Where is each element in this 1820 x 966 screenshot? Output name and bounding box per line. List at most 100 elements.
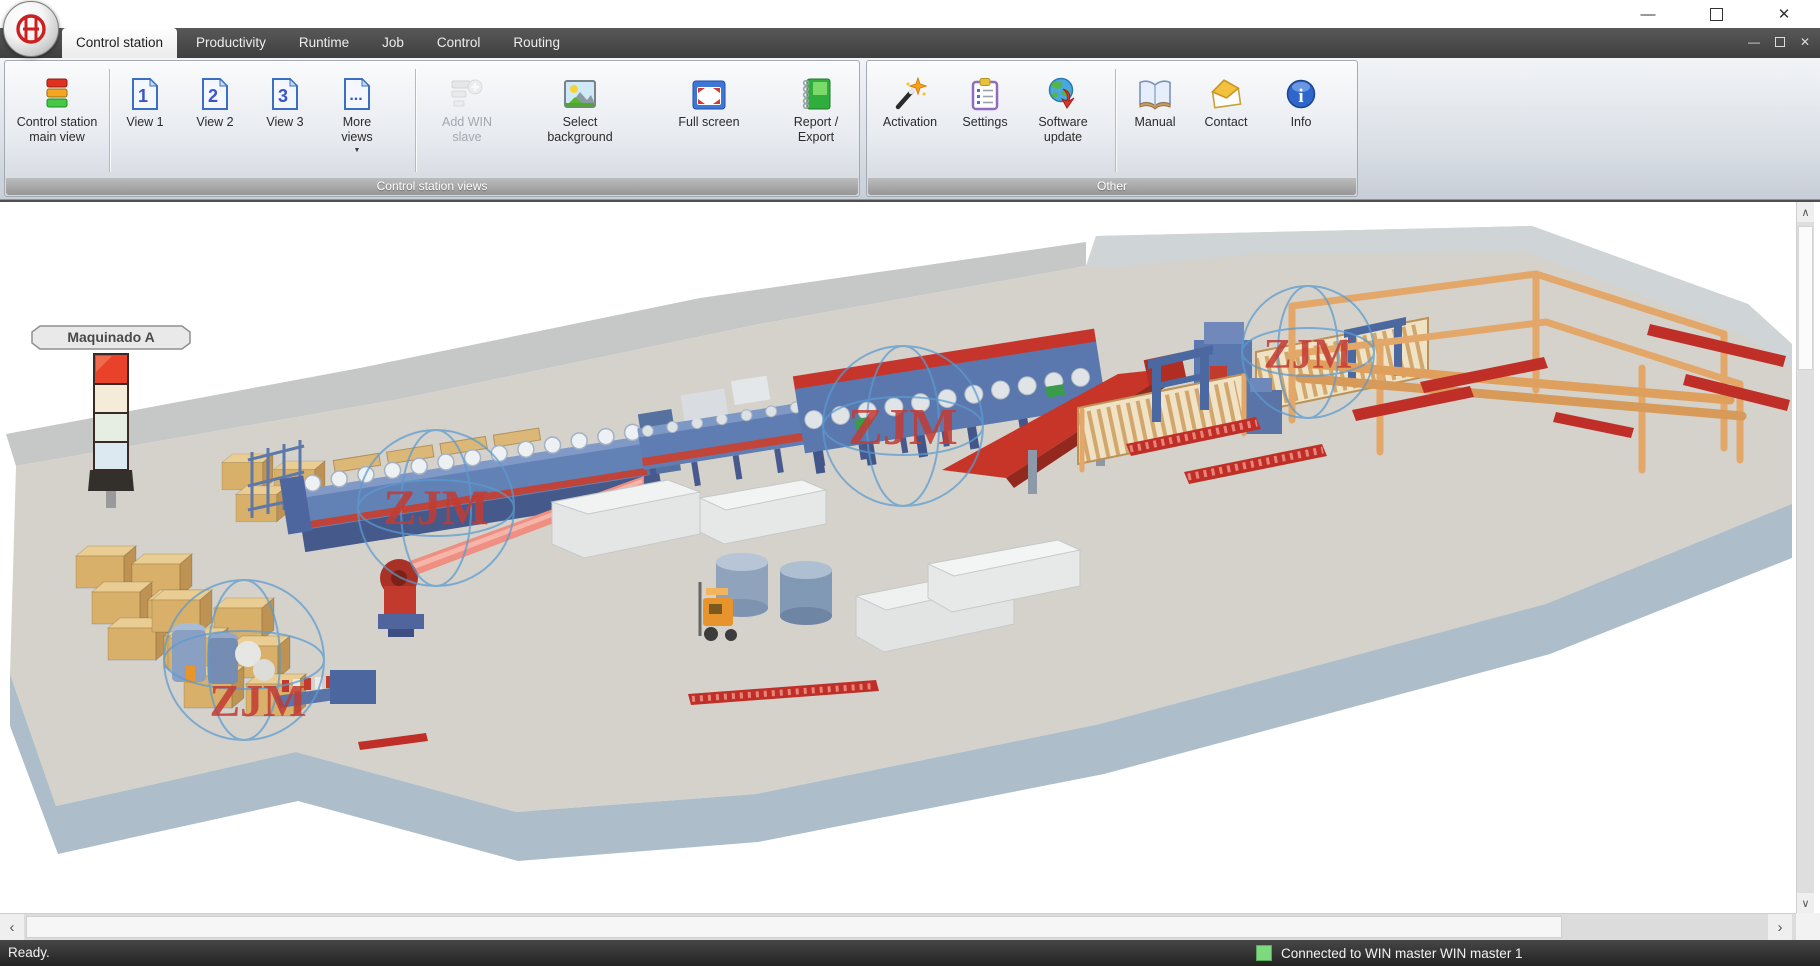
horizontal-scrollbar[interactable]: ‹ › — [0, 913, 1796, 940]
scroll-right-button[interactable]: › — [1768, 914, 1792, 940]
svg-text:1: 1 — [138, 86, 148, 106]
tab-control[interactable]: Control — [423, 28, 495, 58]
scroll-up-button[interactable]: ∧ — [1797, 202, 1814, 222]
view-2-button[interactable]: 2 View 2 — [183, 64, 247, 178]
button-label: View 1 — [126, 115, 163, 130]
button-label: Select background — [541, 115, 619, 145]
chevron-down-icon: ∨ — [1801, 897, 1809, 910]
control-station-main-view-button[interactable]: Control station main view — [8, 64, 106, 178]
settings-button[interactable]: Settings — [953, 64, 1017, 178]
software-update-button[interactable]: Software update — [1019, 64, 1107, 178]
full-screen-icon — [691, 73, 727, 111]
ribbon: Control station main view 1 View 1 2 — [0, 58, 1820, 200]
button-label: Settings — [962, 115, 1007, 130]
button-label: View 2 — [196, 115, 233, 130]
group-label-other: Other — [868, 178, 1356, 195]
svg-text:...: ... — [349, 87, 362, 104]
restore-icon — [1710, 8, 1723, 21]
ribbon-group-control-station-views: Control station main view 1 View 1 2 — [4, 60, 860, 197]
mdi-minimize-button[interactable]: — — [1748, 35, 1760, 49]
envelope-icon — [1208, 73, 1244, 111]
button-label: Manual — [1135, 115, 1176, 130]
button-label: Contact — [1204, 115, 1247, 130]
factory-3d-view[interactable]: ZJM ZJM ZJM ZJM Maquinado A — [0, 202, 1796, 913]
tab-productivity[interactable]: Productivity — [182, 28, 280, 58]
status-ready-text: Ready. — [8, 940, 50, 966]
tab-routing[interactable]: Routing — [499, 28, 574, 58]
open-book-icon — [1137, 73, 1173, 111]
vertical-scroll-thumb[interactable] — [1798, 226, 1813, 370]
button-label: Full screen — [678, 115, 739, 130]
svg-text:3: 3 — [278, 86, 288, 106]
tab-control-station[interactable]: Control station — [62, 28, 177, 58]
svg-text:i: i — [1298, 86, 1303, 107]
app-logo[interactable] — [3, 1, 59, 57]
group-label-control-station-views: Control station views — [6, 178, 858, 195]
full-screen-button[interactable]: Full screen — [651, 64, 767, 178]
tabs: Control station Productivity Runtime Job… — [62, 28, 579, 58]
chevron-left-icon: ‹ — [10, 919, 15, 936]
info-button[interactable]: i Info — [1271, 64, 1331, 178]
connection-status-text: Connected to WIN master WIN master 1 — [1281, 946, 1523, 961]
chevron-right-icon: › — [1778, 919, 1783, 936]
connection-green-indicator — [1256, 945, 1272, 961]
page-2-icon: 2 — [198, 73, 232, 111]
window-minimize-button[interactable]: — — [1626, 0, 1670, 28]
button-label: View 3 — [266, 115, 303, 130]
separator — [109, 69, 110, 172]
title-bar: — ✕ — [0, 0, 1820, 28]
report-export-button[interactable]: Report / Export — [773, 64, 859, 178]
zjm-watermark-text: ZJM — [848, 399, 958, 456]
button-label: Info — [1291, 115, 1312, 130]
app-logo-icon — [13, 11, 49, 47]
page-3-icon: 3 — [268, 73, 302, 111]
tab-job[interactable]: Job — [368, 28, 418, 58]
stack-light[interactable] — [88, 354, 134, 508]
mdi-restore-button[interactable] — [1775, 37, 1785, 47]
clipboard-icon — [968, 73, 1002, 111]
vertical-scrollbar[interactable]: ∧ ∨ — [1796, 202, 1814, 913]
page-dots-icon: ... — [340, 73, 374, 111]
button-label: Software update — [1031, 115, 1095, 145]
ribbon-tab-strip: Control station Productivity Runtime Job… — [0, 28, 1820, 58]
connection-status: Connected to WIN master WIN master 1 — [1256, 940, 1523, 966]
scroll-down-button[interactable]: ∨ — [1797, 893, 1814, 913]
button-label: Report / Export — [783, 115, 849, 145]
dropdown-arrow-icon: ▼ — [354, 147, 361, 154]
minimize-icon: — — [1641, 6, 1656, 23]
zjm-watermark-text: ZJM — [209, 675, 306, 726]
stack-light-icon — [41, 73, 73, 111]
activation-button[interactable]: Activation — [871, 64, 949, 178]
window-close-button[interactable]: ✕ — [1762, 0, 1806, 28]
page-1-icon: 1 — [128, 73, 162, 111]
button-label: Control station main view — [11, 115, 103, 145]
chevron-up-icon: ∧ — [1801, 206, 1809, 219]
contact-button[interactable]: Contact — [1191, 64, 1261, 178]
mdi-close-button[interactable]: ✕ — [1800, 35, 1810, 49]
button-label: Activation — [883, 115, 937, 130]
magic-wand-icon — [893, 73, 927, 111]
horizontal-scroll-thumb[interactable] — [26, 916, 1562, 938]
view-1-button[interactable]: 1 View 1 — [113, 64, 177, 178]
button-label: Add WIN slave — [436, 115, 498, 145]
scroll-left-button[interactable]: ‹ — [0, 914, 24, 940]
globe-update-icon — [1046, 73, 1080, 111]
machine-label-text: Maquinado A — [67, 329, 154, 345]
scrollbar-corner — [1796, 913, 1820, 940]
manual-button[interactable]: Manual — [1123, 64, 1187, 178]
separator — [415, 69, 416, 172]
close-icon: ✕ — [1778, 5, 1791, 23]
ribbon-group-other: Activation Settings — [866, 60, 1358, 197]
window-restore-button[interactable] — [1694, 0, 1738, 28]
add-win-slave-button[interactable]: Add WIN slave — [423, 64, 511, 178]
zjm-watermark-text: ZJM — [1264, 332, 1353, 378]
svg-text:2: 2 — [208, 86, 218, 106]
picture-icon — [563, 73, 597, 111]
tab-runtime[interactable]: Runtime — [285, 28, 363, 58]
view-3-button[interactable]: 3 View 3 — [253, 64, 317, 178]
more-views-button[interactable]: ... More views ▼ — [323, 64, 391, 178]
select-background-button[interactable]: Select background — [525, 64, 635, 178]
add-slave-icon — [450, 73, 484, 111]
machine-label[interactable]: Maquinado A — [32, 326, 190, 349]
mdi-window-controls: — ✕ — [1748, 35, 1810, 49]
